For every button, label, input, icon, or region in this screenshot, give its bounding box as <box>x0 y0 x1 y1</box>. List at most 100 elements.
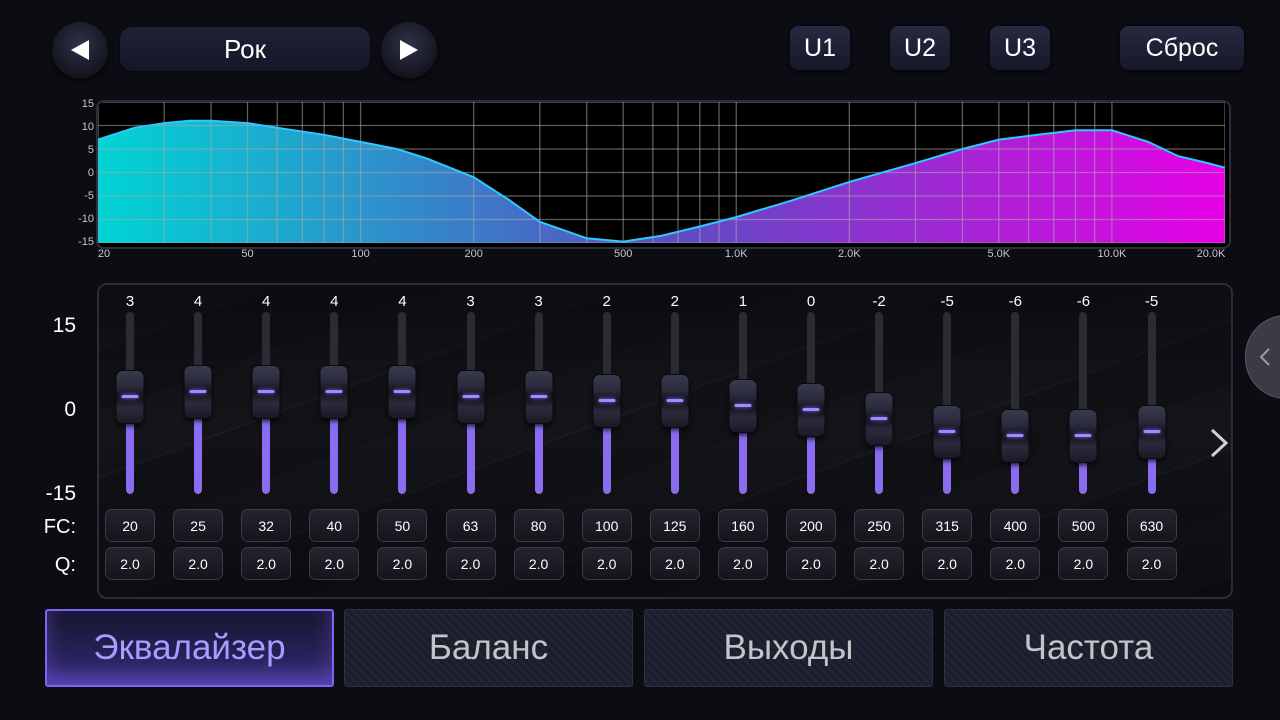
band-q-button[interactable]: 2.0 <box>1127 548 1176 579</box>
band-slider-thumb[interactable] <box>320 366 348 419</box>
band-slider-track[interactable] <box>943 312 952 494</box>
band-q-button[interactable]: 2.0 <box>242 548 291 579</box>
band-fc-button[interactable]: 80 <box>514 510 563 541</box>
band-q-button[interactable]: 2.0 <box>787 548 835 579</box>
band-gain-value: 3 <box>125 293 135 310</box>
band-slider-thumb[interactable] <box>457 370 484 423</box>
next-preset-button[interactable] <box>381 22 437 78</box>
band-gain-value: 4 <box>398 293 407 310</box>
band-gain-value: 4 <box>262 293 271 310</box>
user-preset-u1-label: U1 <box>804 33 836 62</box>
band-gain-value: 4 <box>193 293 203 310</box>
chevron-left-icon <box>1259 348 1270 366</box>
triangle-left-icon <box>71 40 89 60</box>
band-gain-value: 2 <box>670 293 679 310</box>
user-preset-u3-button[interactable]: U3 <box>990 26 1050 70</box>
fc-row-label: FC: <box>43 516 76 538</box>
band-fc-button[interactable]: 630 <box>1127 510 1176 541</box>
response-curve-plot <box>98 102 1226 244</box>
band-gain-value: 0 <box>806 293 816 310</box>
thumb-indicator-line <box>870 416 888 420</box>
band-slider-thumb[interactable] <box>593 375 621 428</box>
band-q-button[interactable]: 2.0 <box>582 548 631 579</box>
reset-button[interactable]: Сброс <box>1120 26 1244 70</box>
thumb-indicator-line <box>530 394 548 398</box>
thumb-indicator-line <box>598 399 616 403</box>
band-fc-button[interactable]: 25 <box>174 510 223 541</box>
band-fc-button[interactable]: 100 <box>582 510 631 541</box>
tab-outputs-label: Выходы <box>723 628 854 667</box>
band-gain-value: -6 <box>1008 293 1022 310</box>
band-slider-track[interactable] <box>1011 312 1020 494</box>
band-slider-thumb[interactable] <box>933 406 961 458</box>
band-fc-button[interactable]: 50 <box>378 510 427 541</box>
user-preset-u1-button[interactable]: U1 <box>790 26 850 70</box>
graph-y-tick: 10 <box>81 121 94 133</box>
band-fc-button[interactable]: 40 <box>310 510 359 541</box>
band-q-button[interactable]: 2.0 <box>718 548 767 579</box>
preset-name-display: Рок <box>120 27 370 71</box>
tab-equalizer[interactable]: Эквалайзер <box>45 609 334 687</box>
tab-balance-label: Баланс <box>428 628 549 667</box>
band-fc-button[interactable]: 160 <box>718 510 767 541</box>
band-slider-thumb[interactable] <box>729 379 757 432</box>
graph-x-tick: 20 <box>97 248 111 260</box>
band-slider-thumb[interactable] <box>184 366 212 419</box>
band-slider-thumb[interactable] <box>797 384 825 436</box>
band-fc-button[interactable]: 315 <box>923 510 972 541</box>
band-gain-value: -2 <box>872 293 886 310</box>
tab-outputs[interactable]: Выходы <box>644 609 933 687</box>
graph-y-tick: -15 <box>78 236 94 248</box>
band-gain-value: 3 <box>466 293 475 310</box>
band-slider-thumb[interactable] <box>865 392 893 445</box>
band-q-button[interactable]: 2.0 <box>923 548 972 579</box>
tab-frequency[interactable]: Частота <box>944 609 1233 687</box>
band-fc-button[interactable]: 200 <box>787 510 835 541</box>
band-gain-value: -6 <box>1076 293 1091 310</box>
band-slider-thumb[interactable] <box>1138 406 1165 458</box>
tab-balance[interactable]: Баланс <box>344 609 633 687</box>
thumb-indicator-line <box>325 390 343 394</box>
band-slider-thumb[interactable] <box>661 375 689 428</box>
side-panel-handle[interactable] <box>1246 316 1280 398</box>
graph-y-tick: 0 <box>87 167 94 179</box>
band-fc-button[interactable]: 500 <box>1059 510 1108 541</box>
thumb-indicator-line <box>938 430 956 433</box>
band-q-button[interactable]: 2.0 <box>310 548 359 579</box>
band-q-button[interactable]: 2.0 <box>1059 548 1108 579</box>
band-fc-button[interactable]: 250 <box>855 510 904 541</box>
band-fc-button[interactable]: 125 <box>650 510 699 541</box>
band-slider-thumb[interactable] <box>388 366 416 419</box>
band-q-button[interactable]: 2.0 <box>378 548 427 579</box>
scale-max-label: 15 <box>52 314 76 337</box>
band-q-button[interactable]: 2.0 <box>991 548 1040 579</box>
band-q-button[interactable]: 2.0 <box>446 548 495 579</box>
thumb-indicator-line <box>462 394 479 398</box>
band-fc-button[interactable]: 32 <box>242 510 291 541</box>
band-gain-value: -5 <box>940 293 954 310</box>
band-q-button[interactable]: 2.0 <box>174 548 223 579</box>
band-q-button[interactable]: 2.0 <box>106 548 154 579</box>
graph-x-tick: 200 <box>464 248 483 260</box>
band-slider-thumb[interactable] <box>116 370 144 423</box>
band-q-button[interactable]: 2.0 <box>855 548 904 579</box>
band-slider-track[interactable] <box>1147 312 1156 494</box>
band-gain-value: 4 <box>330 293 339 310</box>
band-fc-button[interactable]: 63 <box>446 510 495 541</box>
band-gain-value: 3 <box>534 293 543 310</box>
band-q-button[interactable]: 2.0 <box>514 548 563 579</box>
band-fc-button[interactable]: 400 <box>991 510 1040 541</box>
graph-y-tick: 5 <box>87 144 94 156</box>
band-slider-thumb[interactable] <box>525 370 553 423</box>
band-q-button[interactable]: 2.0 <box>650 548 699 579</box>
prev-preset-button[interactable] <box>52 22 108 78</box>
band-slider-thumb[interactable] <box>1069 410 1097 463</box>
band-slider-thumb[interactable] <box>252 366 280 419</box>
band-slider-track[interactable] <box>1079 312 1088 494</box>
q-row-label: Q: <box>54 554 76 576</box>
thumb-indicator-line <box>802 408 820 411</box>
more-bands-button[interactable] <box>1204 426 1232 460</box>
band-slider-thumb[interactable] <box>1001 410 1029 463</box>
band-fc-button[interactable]: 20 <box>106 510 154 541</box>
user-preset-u2-button[interactable]: U2 <box>890 26 950 70</box>
